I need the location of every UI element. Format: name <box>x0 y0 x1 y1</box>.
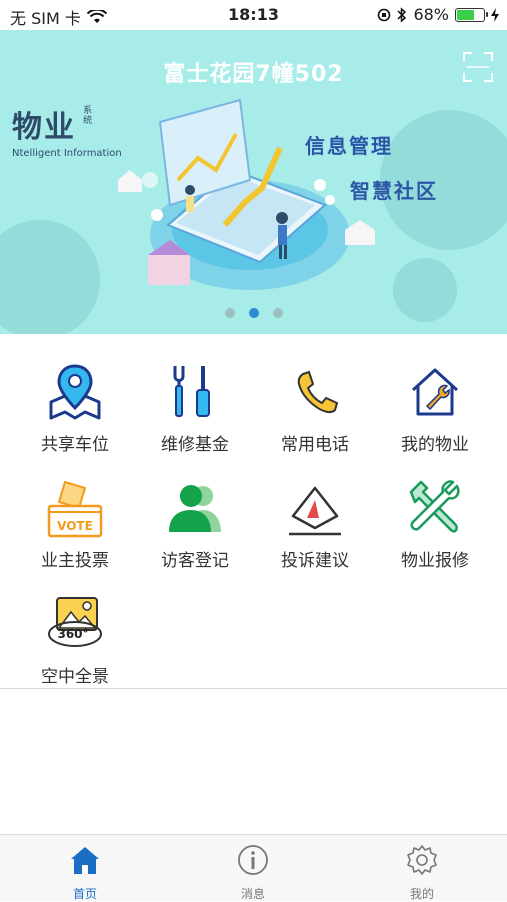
carousel-indicator[interactable] <box>0 308 507 318</box>
svg-text:VOTE: VOTE <box>57 519 93 533</box>
house-wrench-icon <box>411 368 459 416</box>
menu-item-property-repair[interactable]: 物业报修 <box>375 450 495 571</box>
menu-item-phone[interactable]: 常用电话 <box>255 334 375 455</box>
menu-item-aerial-panorama[interactable]: 360° 空中全景 <box>15 566 135 687</box>
tab-label: 我的 <box>409 887 434 901</box>
visitor-icon <box>169 485 221 532</box>
info-icon <box>238 845 268 875</box>
complaint-icon <box>289 486 341 536</box>
menu-item-owner-vote[interactable]: VOTE 业主投票 <box>15 450 135 571</box>
bluetooth-icon <box>397 6 407 23</box>
battery-percent: 68% <box>413 5 449 24</box>
brand-subtitle: Ntelligent Information <box>12 148 122 159</box>
tab-bar: 首页 消息 我的 <box>0 834 507 901</box>
tab-messages[interactable]: 消息 <box>193 835 313 901</box>
feature-grid: 共享车位 维修基金 常用电话 我的物业 VOTE 业主投票 访客登记 投诉建议 … <box>0 334 507 689</box>
tab-mine[interactable]: 我的 <box>362 835 482 901</box>
gear-icon <box>407 845 437 875</box>
battery-fill <box>457 9 474 20</box>
menu-item-complaint[interactable]: 投诉建议 <box>255 450 375 571</box>
vote-box-icon: VOTE <box>47 480 103 538</box>
menu-label: 访客登记 <box>161 551 229 571</box>
carousel-dot-1[interactable] <box>224 308 235 318</box>
menu-label: 投诉建议 <box>281 551 349 571</box>
status-right: 68% <box>377 5 499 24</box>
tab-home[interactable]: 首页 <box>25 835 145 901</box>
banner-carousel[interactable]: 富士花园7幢502 物业 系统 Ntelligent Information 信… <box>0 30 507 334</box>
menu-item-maintenance-fund[interactable]: 维修基金 <box>135 334 255 455</box>
phone-icon <box>297 370 339 414</box>
charging-icon <box>491 7 499 22</box>
location-map-icon <box>49 364 101 420</box>
tab-label: 首页 <box>72 887 97 901</box>
banner-slogan-2: 智慧社区 <box>350 179 438 203</box>
orientation-lock-icon <box>378 8 391 21</box>
brand-small-text: 系统 <box>83 106 93 126</box>
menu-label: 空中全景 <box>41 667 109 687</box>
home-icon <box>71 847 99 874</box>
tab-label: 消息 <box>240 887 265 901</box>
carousel-dot-2[interactable] <box>248 308 259 318</box>
menu-item-shared-parking[interactable]: 共享车位 <box>15 334 135 455</box>
battery-icon <box>455 7 488 22</box>
wrench-screwdriver-icon <box>173 366 210 417</box>
carousel-dot-3[interactable] <box>272 308 283 318</box>
banner-title: 富士花园7幢502 <box>163 62 344 87</box>
scan-icon[interactable] <box>463 52 493 82</box>
banner-brand: 物业 系统 Ntelligent Information <box>12 102 122 159</box>
banner-slogan-1: 信息管理 <box>305 134 393 158</box>
menu-item-visitor-registration[interactable]: 访客登记 <box>135 450 255 571</box>
panorama-360-icon: 360° <box>48 597 102 647</box>
menu-label: 物业报修 <box>401 551 469 571</box>
svg-text:360°: 360° <box>57 627 88 641</box>
status-bar: 无 SIM 卡 18:13 68% <box>0 0 507 30</box>
repair-tools-icon <box>409 480 460 533</box>
menu-item-my-property[interactable]: 我的物业 <box>375 334 495 455</box>
brand-main-text: 物业 <box>12 110 76 145</box>
